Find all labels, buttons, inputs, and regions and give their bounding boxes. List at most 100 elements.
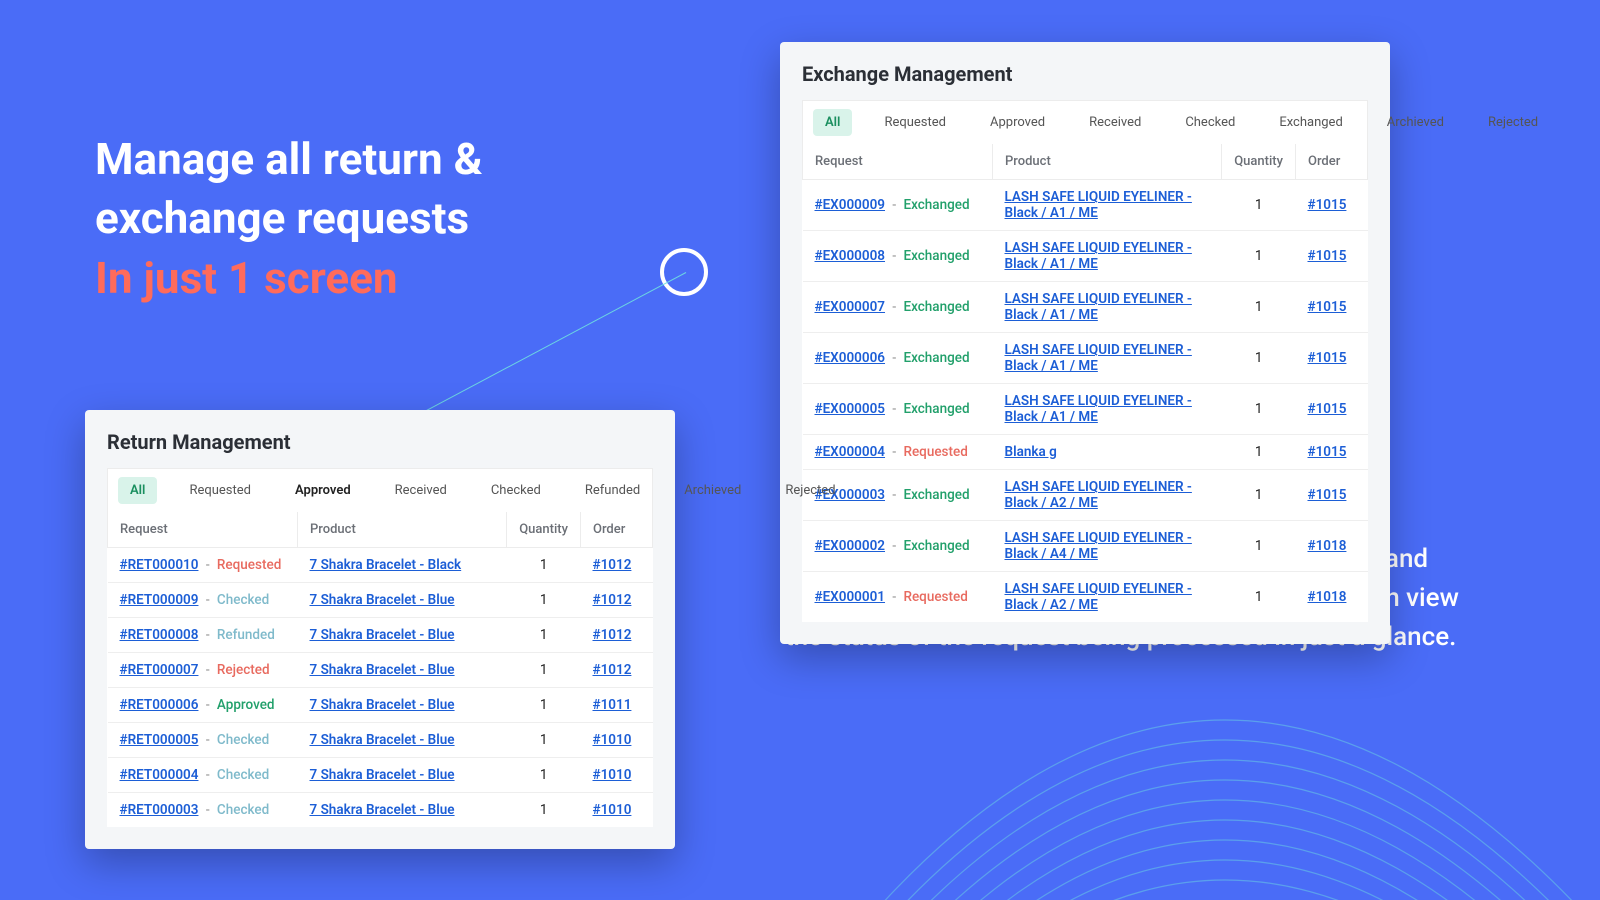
request-link[interactable]: #RET000010 xyxy=(120,557,199,573)
th-qty: Quantity xyxy=(1222,144,1296,180)
headline: Manage all return & exchange requests In… xyxy=(95,130,483,308)
product-link[interactable]: LASH SAFE LIQUID EYELINER - Black / A1 /… xyxy=(1005,189,1192,221)
product-link[interactable]: Blanka g xyxy=(1005,444,1057,460)
separator: - xyxy=(889,401,899,417)
tab-rejected[interactable]: Rejected xyxy=(773,477,847,504)
product-link[interactable]: 7 Shakra Bracelet - Blue xyxy=(310,627,455,643)
status-badge: Refunded xyxy=(217,627,275,643)
th-request: Request xyxy=(108,512,298,548)
request-link[interactable]: #RET000007 xyxy=(120,662,199,678)
table-row: #EX000005 - ExchangedLASH SAFE LIQUID EY… xyxy=(803,384,1368,435)
order-link[interactable]: #1015 xyxy=(1308,487,1347,503)
th-order: Order xyxy=(581,512,653,548)
request-link[interactable]: #RET000005 xyxy=(120,732,199,748)
request-link[interactable]: #RET000006 xyxy=(120,697,199,713)
product-link[interactable]: 7 Shakra Bracelet - Blue xyxy=(310,802,455,818)
tab-received[interactable]: Received xyxy=(1077,109,1153,136)
status-badge: Exchanged xyxy=(903,248,969,264)
separator: - xyxy=(202,627,212,643)
product-link[interactable]: LASH SAFE LIQUID EYELINER - Black / A2 /… xyxy=(1005,479,1192,511)
product-link[interactable]: 7 Shakra Bracelet - Blue xyxy=(310,732,455,748)
status-badge: Checked xyxy=(217,802,269,818)
tab-checked[interactable]: Checked xyxy=(1173,109,1247,136)
order-link[interactable]: #1015 xyxy=(1308,197,1347,213)
order-link[interactable]: #1012 xyxy=(593,557,632,573)
tab-requested[interactable]: Requested xyxy=(872,109,958,136)
separator: - xyxy=(889,248,899,264)
order-link[interactable]: #1015 xyxy=(1308,350,1347,366)
separator: - xyxy=(889,444,899,460)
request-link[interactable]: #EX000005 xyxy=(815,401,886,417)
product-link[interactable]: 7 Shakra Bracelet - Blue xyxy=(310,662,455,678)
product-link[interactable]: LASH SAFE LIQUID EYELINER - Black / A1 /… xyxy=(1005,240,1192,272)
table-row: #RET000007 - Rejected7 Shakra Bracelet -… xyxy=(108,653,653,688)
order-link[interactable]: #1010 xyxy=(593,732,632,748)
request-link[interactable]: #RET000008 xyxy=(120,627,199,643)
tab-exchanged[interactable]: Exchanged xyxy=(1267,109,1354,136)
product-link[interactable]: LASH SAFE LIQUID EYELINER - Black / A1 /… xyxy=(1005,342,1192,374)
table-row: #RET000006 - Approved7 Shakra Bracelet -… xyxy=(108,688,653,723)
return-panel: Return Management AllRequestedApprovedRe… xyxy=(85,410,675,849)
table-row: #EX000002 - ExchangedLASH SAFE LIQUID EY… xyxy=(803,521,1368,572)
separator: - xyxy=(889,487,899,503)
product-link[interactable]: LASH SAFE LIQUID EYELINER - Black / A1 /… xyxy=(1005,291,1192,323)
th-product: Product xyxy=(993,144,1222,180)
order-link[interactable]: #1012 xyxy=(593,662,632,678)
product-link[interactable]: 7 Shakra Bracelet - Blue xyxy=(310,697,455,713)
tab-checked[interactable]: Checked xyxy=(479,477,553,504)
request-link[interactable]: #EX000004 xyxy=(815,444,886,460)
request-link[interactable]: #RET000003 xyxy=(120,802,199,818)
tab-archieved[interactable]: Archieved xyxy=(1375,109,1456,136)
tab-approved[interactable]: Approved xyxy=(978,109,1057,136)
separator: - xyxy=(889,197,899,213)
tab-all[interactable]: All xyxy=(813,109,852,136)
request-link[interactable]: #EX000006 xyxy=(815,350,886,366)
table-row: #RET000005 - Checked7 Shakra Bracelet - … xyxy=(108,723,653,758)
order-link[interactable]: #1018 xyxy=(1308,589,1347,605)
product-link[interactable]: LASH SAFE LIQUID EYELINER - Black / A4 /… xyxy=(1005,530,1192,562)
request-link[interactable]: #EX000009 xyxy=(815,197,886,213)
qty-cell: 1 xyxy=(507,618,581,653)
qty-cell: 1 xyxy=(507,723,581,758)
status-badge: Exchanged xyxy=(903,350,969,366)
order-link[interactable]: #1011 xyxy=(593,697,632,713)
order-link[interactable]: #1010 xyxy=(593,802,632,818)
separator: - xyxy=(889,299,899,315)
headline-line2: exchange requests xyxy=(95,189,483,248)
product-link[interactable]: 7 Shakra Bracelet - Blue xyxy=(310,767,455,783)
request-link[interactable]: #RET000004 xyxy=(120,767,199,783)
qty-cell: 1 xyxy=(1222,231,1296,282)
tab-rejected[interactable]: Rejected xyxy=(1476,109,1550,136)
status-badge: Requested xyxy=(217,557,281,573)
table-row: #RET000010 - Requested7 Shakra Bracelet … xyxy=(108,548,653,583)
request-link[interactable]: #EX000001 xyxy=(815,589,886,605)
order-link[interactable]: #1010 xyxy=(593,767,632,783)
order-link[interactable]: #1015 xyxy=(1308,299,1347,315)
tab-archieved[interactable]: Archieved xyxy=(672,477,753,504)
separator: - xyxy=(202,662,212,678)
order-link[interactable]: #1015 xyxy=(1308,444,1347,460)
product-link[interactable]: LASH SAFE LIQUID EYELINER - Black / A2 /… xyxy=(1005,581,1192,613)
product-link[interactable]: 7 Shakra Bracelet - Black xyxy=(310,557,462,573)
order-link[interactable]: #1012 xyxy=(593,627,632,643)
tab-requested[interactable]: Requested xyxy=(177,477,263,504)
order-link[interactable]: #1015 xyxy=(1308,248,1347,264)
order-link[interactable]: #1015 xyxy=(1308,401,1347,417)
qty-cell: 1 xyxy=(1222,470,1296,521)
request-link[interactable]: #EX000008 xyxy=(815,248,886,264)
request-link[interactable]: #EX000007 xyxy=(815,299,886,315)
product-link[interactable]: LASH SAFE LIQUID EYELINER - Black / A1 /… xyxy=(1005,393,1192,425)
status-badge: Checked xyxy=(217,732,269,748)
status-badge: Requested xyxy=(903,589,967,605)
order-link[interactable]: #1012 xyxy=(593,592,632,608)
tab-all[interactable]: All xyxy=(118,477,157,504)
table-row: #EX000007 - ExchangedLASH SAFE LIQUID EY… xyxy=(803,282,1368,333)
request-link[interactable]: #EX000002 xyxy=(815,538,886,554)
tab-received[interactable]: Received xyxy=(383,477,459,504)
tab-refunded[interactable]: Refunded xyxy=(573,477,652,504)
product-link[interactable]: 7 Shakra Bracelet - Blue xyxy=(310,592,455,608)
tab-approved[interactable]: Approved xyxy=(283,477,363,504)
status-badge: Exchanged xyxy=(903,538,969,554)
order-link[interactable]: #1018 xyxy=(1308,538,1347,554)
request-link[interactable]: #RET000009 xyxy=(120,592,199,608)
